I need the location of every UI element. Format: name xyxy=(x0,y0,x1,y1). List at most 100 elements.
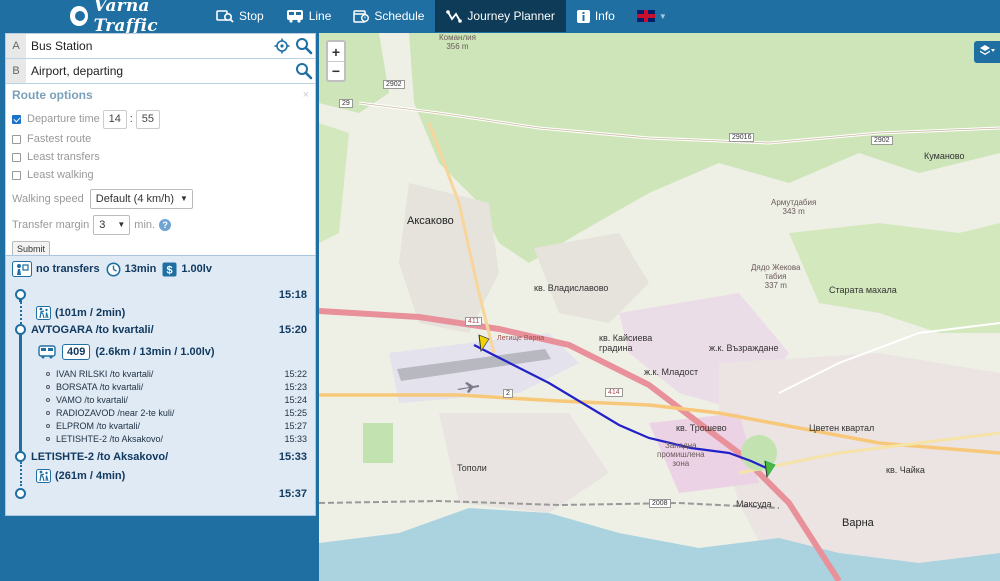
road-shield: 414 xyxy=(605,388,623,397)
map-label-tsveten: Цветен квартал xyxy=(809,423,875,433)
address-a-row: A xyxy=(6,34,315,59)
map-label-maksuda: Максуда xyxy=(736,499,772,509)
journey-result: no transfers 13min $ 1.00lv 15:18 (101m … xyxy=(5,255,316,516)
map-view[interactable]: Аксаково кв. Владиславово кв. Кайсиева г… xyxy=(319,33,1000,581)
road-shield: 2 xyxy=(503,389,513,398)
map-label-dyado-zhekova: Дядо Жекова табия 337 m xyxy=(751,263,801,290)
intermediate-stop[interactable]: RADIOZAVOD /near 2-te kuli/ 15:25 xyxy=(6,406,315,419)
fastest-route-checkbox[interactable] xyxy=(12,134,21,144)
map-label-zapadna: Западна промишлена зона xyxy=(657,441,705,468)
nav-journey-planner[interactable]: Journey Planner xyxy=(435,0,566,32)
intermediate-stop-time: 15:23 xyxy=(284,381,307,392)
map-label-topoli: Тополи xyxy=(457,463,487,473)
origin-input[interactable] xyxy=(26,34,271,58)
search-icon[interactable] xyxy=(293,37,315,55)
least-transfers-checkbox[interactable] xyxy=(12,152,21,162)
minute-input[interactable]: 55 xyxy=(135,109,160,129)
transfer-margin-unit: min. xyxy=(134,218,156,231)
road-shield: 2902 xyxy=(383,80,405,89)
transfers-icon xyxy=(12,261,32,277)
hour-input[interactable]: 14 xyxy=(102,109,127,129)
map-label-varna: Варна xyxy=(842,517,874,529)
transfer-margin-value: 3 xyxy=(99,218,106,231)
bus-ride-info: (2.6km / 13min / 1.00lv) xyxy=(95,346,215,358)
departure-time-checkbox[interactable] xyxy=(12,114,21,124)
intermediate-stop-name: ELPROM /to kvartali/ xyxy=(56,420,141,431)
least-walking-label: Least walking xyxy=(27,169,94,181)
nav-stop[interactable]: Stop xyxy=(205,0,275,32)
map-label-armutdabia: Армутдабия 343 m xyxy=(771,198,817,216)
uk-flag-icon xyxy=(636,10,655,22)
logo-icon xyxy=(70,6,88,26)
intermediate-stop[interactable]: IVAN RILSKI /to kvartali/ 15:22 xyxy=(6,367,315,380)
app-logo[interactable]: Varna Traffic xyxy=(0,0,205,36)
intermediate-stop[interactable]: ELPROM /to kvartali/ 15:27 xyxy=(6,419,315,432)
language-dropdown[interactable]: ▼ xyxy=(626,0,678,32)
chevron-down-icon: ▼ xyxy=(180,194,188,203)
locate-icon[interactable] xyxy=(271,38,293,54)
walking-speed-select[interactable]: Default (4 km/h) ▼ xyxy=(89,188,193,209)
walking-icon xyxy=(36,306,51,320)
nav-line[interactable]: Line xyxy=(275,0,343,32)
map-label-stara-mahala: Старата махала xyxy=(829,285,897,295)
help-icon[interactable]: ? xyxy=(159,218,172,231)
bus-line-number[interactable]: 409 xyxy=(62,344,91,360)
chevron-down-icon: ▼ xyxy=(117,220,126,229)
least-transfers-option: Least transfers xyxy=(12,148,309,166)
map-label-letishte: Летище Варна xyxy=(497,335,545,342)
fastest-route-option: Fastest route xyxy=(12,130,309,148)
walk-row-1: (101m / 2min) xyxy=(6,304,315,322)
nav-info[interactable]: Info xyxy=(566,0,626,32)
nav-stop-label: Stop xyxy=(239,9,264,23)
transfer-margin-select[interactable]: 3 ▼ xyxy=(93,214,131,235)
map-label-kaysieva: кв. Кайсиева градина xyxy=(599,333,653,353)
app-root: Varna Traffic Stop Line Schedule Journey… xyxy=(0,0,1000,581)
journey-planner-panel: A B Route options × Departure time xyxy=(5,33,316,264)
start-row: 15:18 xyxy=(6,287,315,303)
map-label-troshevo: кв. Трошево xyxy=(676,423,727,433)
close-icon[interactable]: × xyxy=(303,89,309,101)
end-time: 15:37 xyxy=(278,488,307,500)
zoom-in-button[interactable]: + xyxy=(328,42,344,61)
total-price: 1.00lv xyxy=(181,263,212,275)
address-a-letter: A xyxy=(6,34,26,58)
walking-speed-value: Default (4 km/h) xyxy=(95,192,174,205)
intermediate-stop[interactable]: VAMO /to kvartali/ 15:24 xyxy=(6,393,315,406)
walking-speed-row: Walking speed Default (4 km/h) ▼ xyxy=(12,187,309,210)
top-navbar: Varna Traffic Stop Line Schedule Journey… xyxy=(0,0,1000,36)
intermediate-stop-time: 15:27 xyxy=(284,420,307,431)
stop1-row[interactable]: AVTOGARA /to kvartali/ 15:20 xyxy=(6,322,315,338)
stop1-time: 15:20 xyxy=(278,324,307,336)
stop2-row[interactable]: LETISHTE-2 /to Aksakovo/ 15:33 xyxy=(6,449,315,465)
intermediate-stop-name: LETISHTE-2 /to Aksakovo/ xyxy=(56,433,164,444)
bus-icon xyxy=(286,9,304,23)
layers-button[interactable] xyxy=(974,41,1000,63)
intermediate-stop[interactable]: LETISHTE-2 /to Aksakovo/ 15:33 xyxy=(6,432,315,445)
intermediate-stop-time: 15:22 xyxy=(284,368,307,379)
stop-search-icon xyxy=(216,9,234,23)
stop-bullet-icon xyxy=(46,371,50,376)
nav-schedule[interactable]: Schedule xyxy=(342,0,435,32)
price-icon: $ xyxy=(162,262,177,277)
svg-text:$: $ xyxy=(167,264,173,276)
walk-1-info: (101m / 2min) xyxy=(55,307,126,319)
info-icon xyxy=(576,9,590,23)
stop-bullet-icon xyxy=(46,397,50,402)
bus-row: 409 (2.6km / 13min / 1.00lv) xyxy=(6,342,315,362)
zoom-out-button[interactable]: − xyxy=(328,61,344,80)
start-time: 15:18 xyxy=(278,289,307,301)
destination-input[interactable] xyxy=(26,59,293,83)
walk-2-info: (261m / 4min) xyxy=(55,470,126,482)
road-shield: 29 xyxy=(339,99,353,108)
total-duration: 13min xyxy=(124,263,157,275)
least-walking-checkbox[interactable] xyxy=(12,170,21,180)
schedule-icon xyxy=(353,9,370,23)
intermediate-stop-name: RADIOZAVOD /near 2-te kuli/ xyxy=(56,407,175,418)
address-b-row: B xyxy=(6,59,315,84)
zoom-control: + − xyxy=(326,40,346,82)
bus-icon xyxy=(38,345,56,359)
road-shield: 29016 xyxy=(729,133,755,142)
intermediate-stop[interactable]: BORSATA /to kvartali/ 15:23 xyxy=(6,380,315,393)
stop-bullet-icon xyxy=(46,436,50,441)
search-icon[interactable] xyxy=(293,62,315,80)
